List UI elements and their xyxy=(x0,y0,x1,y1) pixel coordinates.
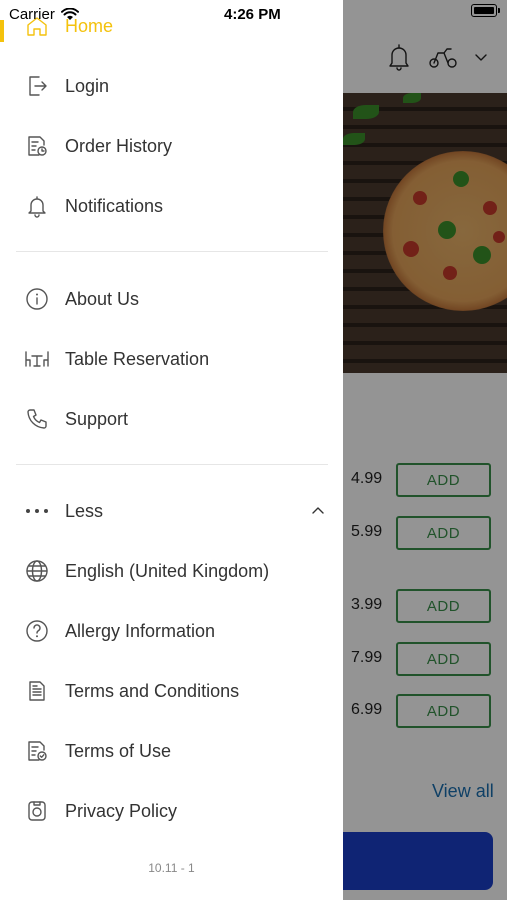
menu-item-label: Order History xyxy=(65,135,173,156)
table-icon xyxy=(24,346,50,372)
menu-item-support[interactable]: Support xyxy=(0,394,343,444)
menu-item-terms-of-use[interactable]: Terms of Use xyxy=(0,726,343,776)
bell-icon xyxy=(24,193,50,219)
document-icon xyxy=(24,678,50,704)
status-bar: Carrier 4:26 PM xyxy=(0,0,507,28)
menu-item-label: Terms of Use xyxy=(65,740,172,761)
carrier-label: Carrier xyxy=(9,6,55,23)
carrier: Carrier xyxy=(9,6,79,23)
menu-item-label: About Us xyxy=(65,288,140,309)
menu-item-allergy-information[interactable]: Allergy Information xyxy=(0,606,343,656)
globe-icon xyxy=(24,558,50,584)
navigation-drawer: Home Login Order History Notifications A… xyxy=(0,0,343,900)
info-icon xyxy=(24,286,50,312)
menu-divider xyxy=(16,251,328,252)
menu-item-login[interactable]: Login xyxy=(0,61,343,111)
menu-item-notifications[interactable]: Notifications xyxy=(0,181,343,231)
menu-item-label: English (United Kingdom) xyxy=(65,560,270,581)
login-icon xyxy=(24,73,50,99)
menu-divider xyxy=(16,464,328,465)
app-version: 10.11 - 1 xyxy=(148,861,195,875)
clock: 4:26 PM xyxy=(224,6,281,23)
menu-item-less[interactable]: Less xyxy=(0,486,343,536)
menu-item-label: Privacy Policy xyxy=(65,800,178,821)
menu-item-privacy-policy[interactable]: Privacy Policy xyxy=(0,786,343,836)
menu-item-label: Notifications xyxy=(65,195,164,216)
menu-item-label: Login xyxy=(65,75,110,96)
menu-item-terms-and-conditions[interactable]: Terms and Conditions xyxy=(0,666,343,716)
menu-item-label: Allergy Information xyxy=(65,620,216,641)
menu-item-about-us[interactable]: About Us xyxy=(0,274,343,324)
chevron-up-icon xyxy=(311,502,325,520)
question-icon xyxy=(24,618,50,644)
menu-item-order-history[interactable]: Order History xyxy=(0,121,343,171)
document-check-icon xyxy=(24,738,50,764)
privacy-icon xyxy=(24,798,50,824)
order-history-icon xyxy=(24,133,50,159)
menu-item-label: Terms and Conditions xyxy=(65,680,240,701)
menu-item-label: Support xyxy=(65,408,129,429)
more-dots-icon xyxy=(24,498,50,524)
menu-item-label: Less xyxy=(65,500,104,521)
menu-item-language[interactable]: English (United Kingdom) xyxy=(0,546,343,596)
menu-item-label: Table Reservation xyxy=(65,348,210,369)
phone-icon xyxy=(24,406,50,432)
menu-item-table-reservation[interactable]: Table Reservation xyxy=(0,334,343,384)
wifi-icon xyxy=(60,8,79,20)
